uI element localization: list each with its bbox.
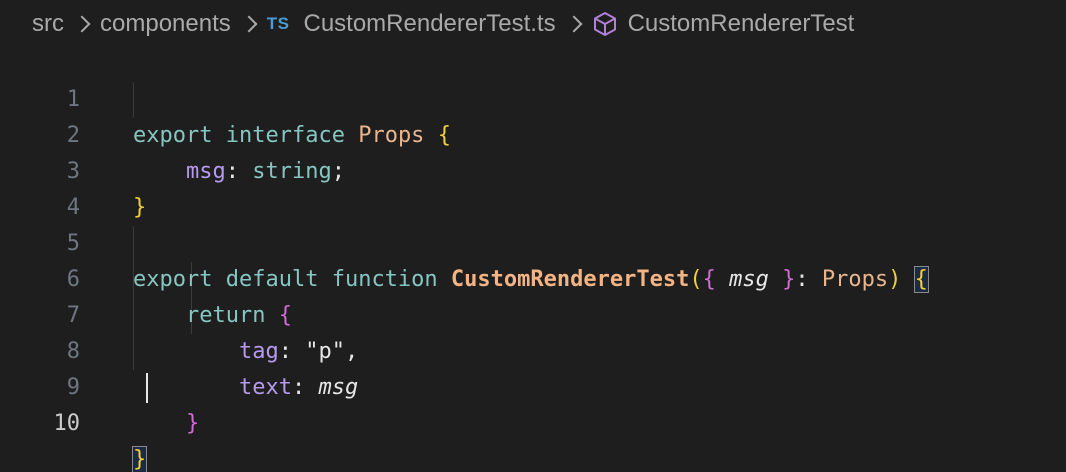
bracket-token: } xyxy=(185,411,200,436)
breadcrumb-item-file[interactable]: CustomRendererTest.ts xyxy=(303,10,555,38)
breadcrumb-item-components[interactable]: components xyxy=(100,10,231,38)
line-number-active: 10 xyxy=(53,411,81,436)
code-line[interactable]: 4 xyxy=(0,154,1066,220)
code-line[interactable]: 1 export interface Props { xyxy=(0,46,1066,148)
matched-bracket-token: } xyxy=(131,446,148,472)
text-cursor xyxy=(146,373,148,403)
chevron-right-icon xyxy=(75,14,89,34)
code-editor[interactable]: src components TS CustomRendererTest.ts … xyxy=(0,0,1066,472)
breadcrumb: src components TS CustomRendererTest.ts … xyxy=(0,0,1066,48)
breadcrumb-item-symbol[interactable]: CustomRendererTest xyxy=(628,10,855,38)
cube-icon xyxy=(593,12,616,36)
code-line[interactable]: 2 msg: string; xyxy=(0,82,1066,184)
code-line[interactable]: 5 export default function CustomRenderer… xyxy=(0,190,1066,293)
code-line[interactable]: 9 } xyxy=(0,334,1066,436)
chevron-right-icon xyxy=(567,14,581,34)
code-line[interactable]: 7 tag: "p", xyxy=(0,262,1066,364)
breadcrumb-item-src[interactable]: src xyxy=(32,10,64,38)
typescript-icon: TS xyxy=(266,14,290,33)
code-line[interactable]: 8 text: msg xyxy=(0,298,1066,400)
code-line[interactable]: 6 return { xyxy=(0,226,1066,328)
chevron-right-icon xyxy=(242,14,256,34)
code-line[interactable]: 10 } xyxy=(0,370,1066,472)
code-area[interactable]: 1 export interface Props { 2 msg: string… xyxy=(0,46,1066,472)
code-line[interactable]: 3 } xyxy=(0,118,1066,220)
